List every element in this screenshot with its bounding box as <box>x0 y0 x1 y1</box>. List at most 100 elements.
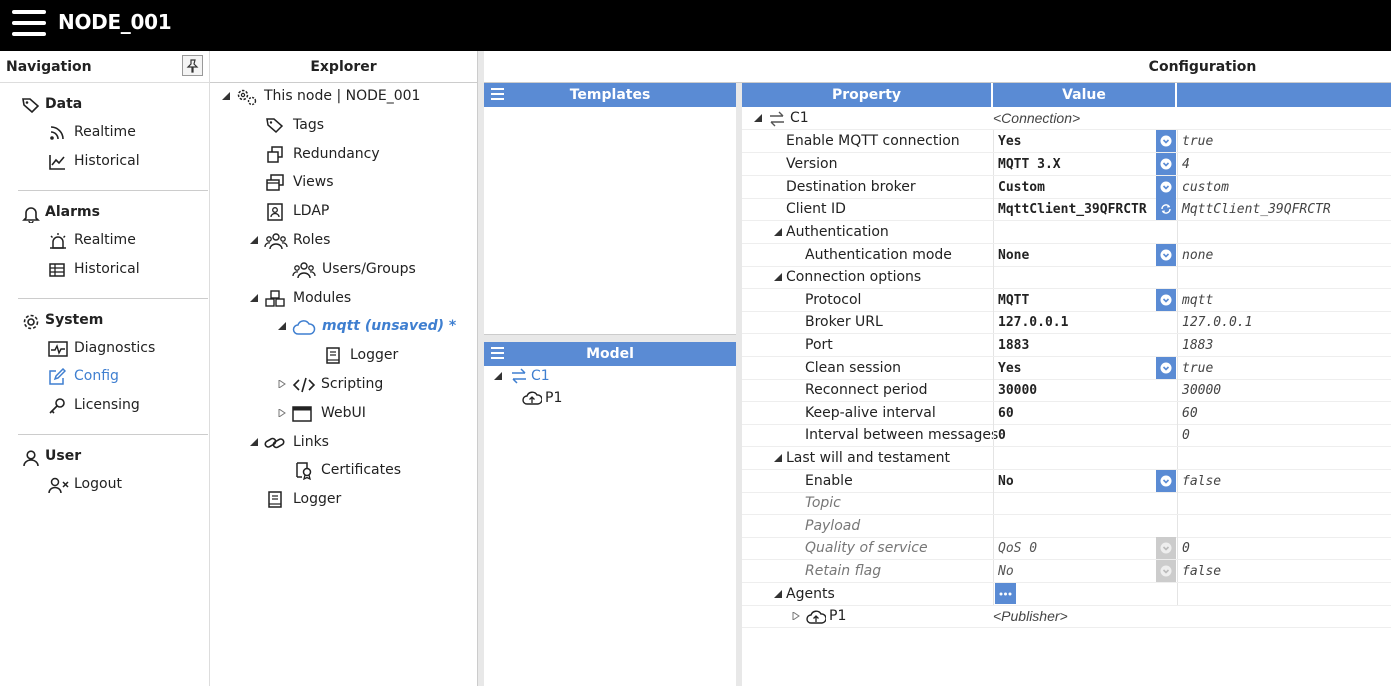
tree-item-label: Links <box>293 434 329 450</box>
dropdown-button[interactable] <box>1156 289 1176 311</box>
value-cell[interactable]: MqttClient_39QFRCTR <box>993 198 1176 220</box>
property-name: Authentication mode <box>805 247 952 263</box>
tree-item-tags[interactable]: Tags <box>266 115 466 139</box>
expanded-arrow-icon <box>222 92 230 100</box>
value-text: MQTT <box>998 293 1030 308</box>
grid-row-broker-url[interactable]: Broker URL 127.0.0.1 127.0.0.1 <box>742 311 1391 334</box>
tree-item-this-node[interactable]: This node | NODE_001 <box>220 86 475 110</box>
edit-icon <box>49 368 66 385</box>
grid-row-authentication[interactable]: Authentication <box>742 221 1391 244</box>
tree-item-mqtt-logger[interactable]: Logger <box>324 345 474 369</box>
column-header-property[interactable]: Property <box>742 83 993 107</box>
hamburger-menu-icon[interactable] <box>12 10 46 36</box>
grid-row-destination-broker[interactable]: Destination broker Custom custom <box>742 176 1391 199</box>
tree-item-logger[interactable]: Logger <box>266 489 466 513</box>
value-cell[interactable]: Custom <box>993 176 1176 198</box>
model-item-c1[interactable]: C1 <box>494 366 694 390</box>
raw-cell: 4 <box>1177 153 1391 175</box>
value-cell[interactable]: Yes <box>993 130 1176 152</box>
app-title: NODE_001 <box>58 10 172 34</box>
nav-item-label: Diagnostics <box>74 340 156 356</box>
tree-item-views[interactable]: Views <box>266 172 466 196</box>
tree-item-roles[interactable]: Roles <box>248 230 468 254</box>
key-icon <box>49 398 65 414</box>
model-menu-icon[interactable] <box>491 347 504 362</box>
tree-item-label: Certificates <box>321 462 402 478</box>
raw-cell <box>1177 221 1391 243</box>
tree-item-mqtt[interactable]: mqtt (unsaved) * <box>276 316 471 340</box>
link-icon <box>264 437 285 449</box>
property-name: Destination broker <box>786 179 916 195</box>
chevron-down-icon <box>1160 362 1172 374</box>
raw-cell: 127.0.0.1 <box>1177 311 1391 333</box>
dropdown-button <box>1156 560 1176 582</box>
value-cell[interactable]: Yes <box>993 357 1176 379</box>
templates-header: Templates <box>484 83 736 107</box>
dropdown-button[interactable] <box>1156 244 1176 266</box>
dropdown-button[interactable] <box>1156 153 1176 175</box>
value-cell[interactable]: MQTT 3.X <box>993 153 1176 175</box>
grid-row-p1[interactable]: P1 <Publisher> <box>742 605 1391 628</box>
tag-icon <box>266 118 284 134</box>
value-cell[interactable]: 1883 <box>993 334 1176 356</box>
tree-item-redundancy[interactable]: Redundancy <box>266 144 466 168</box>
tree-item-webui[interactable]: WebUI <box>276 403 471 427</box>
dropdown-button[interactable] <box>1156 357 1176 379</box>
dropdown-button[interactable] <box>1156 470 1176 492</box>
dropdown-button[interactable] <box>1156 130 1176 152</box>
nav-item-label: Historical <box>74 261 140 277</box>
expanded-arrow-icon <box>250 236 258 244</box>
grid-row-connection-options[interactable]: Connection options <box>742 266 1391 289</box>
value-text: MQTT 3.X <box>998 157 1061 172</box>
model-item-p1[interactable]: P1 <box>522 388 702 412</box>
tree-item-users-groups[interactable]: Users/Groups <box>292 259 472 283</box>
nav-divider <box>18 434 208 435</box>
value-cell[interactable]: 127.0.0.1 <box>993 311 1176 333</box>
value-cell[interactable]: 60 <box>993 402 1176 424</box>
value-cell: <Connection> <box>993 107 1176 129</box>
column-header-value[interactable]: Value <box>993 83 1177 107</box>
grid-row-agents[interactable]: Agents <box>742 583 1391 606</box>
grid-row-enable-mqtt[interactable]: Enable MQTT connection Yes true <box>742 130 1391 153</box>
regenerate-button[interactable] <box>1156 198 1176 220</box>
grid-row-client-id[interactable]: Client ID MqttClient_39QFRCTR MqttClient… <box>742 198 1391 221</box>
grid-row-reconnect-period[interactable]: Reconnect period 30000 30000 <box>742 379 1391 402</box>
grid-row-clean-session[interactable]: Clean session Yes true <box>742 357 1391 380</box>
add-agent-button[interactable] <box>995 583 1016 604</box>
nav-item-label: Licensing <box>74 397 140 413</box>
user-logout-icon <box>48 477 69 494</box>
grid-row-quality-of-service: Quality of service QoS 0 0 <box>742 537 1391 560</box>
value-cell[interactable]: 0 <box>993 424 1176 446</box>
browser-window-icon <box>292 406 312 422</box>
tree-item-label: Views <box>293 174 334 190</box>
grid-row-c1[interactable]: C1 <Connection> <box>742 107 1391 130</box>
grid-row-version[interactable]: Version MQTT 3.X 4 <box>742 153 1391 176</box>
grid-row-keep-alive[interactable]: Keep-alive interval 60 60 <box>742 402 1391 425</box>
tree-item-links[interactable]: Links <box>248 432 468 456</box>
tree-item-certificates[interactable]: Certificates <box>294 460 474 484</box>
value-cell[interactable]: No <box>993 470 1176 492</box>
templates-menu-icon[interactable] <box>491 88 504 103</box>
collapsed-arrow-icon <box>278 380 286 388</box>
dropdown-button <box>1156 537 1176 559</box>
tree-item-scripting[interactable]: Scripting <box>276 374 471 398</box>
tree-item-ldap[interactable]: LDAP <box>266 201 466 225</box>
raw-text: 0 <box>1182 541 1190 556</box>
raw-cell: 1883 <box>1177 334 1391 356</box>
refresh-icon <box>1161 204 1171 214</box>
value-cell[interactable]: None <box>993 244 1176 266</box>
horizontal-splitter[interactable] <box>484 335 736 342</box>
grid-row-lwt-enable[interactable]: Enable No false <box>742 470 1391 493</box>
dropdown-button[interactable] <box>1156 176 1176 198</box>
grid-row-port[interactable]: Port 1883 1883 <box>742 334 1391 357</box>
value-cell[interactable]: MQTT <box>993 289 1176 311</box>
grid-row-interval-between-messages[interactable]: Interval between messages 0 0 <box>742 424 1391 447</box>
property-name: Clean session <box>805 360 902 376</box>
grid-row-last-will[interactable]: Last will and testament <box>742 447 1391 470</box>
pin-button[interactable] <box>182 55 203 76</box>
value-cell[interactable]: 30000 <box>993 379 1176 401</box>
grid-row-authentication-mode[interactable]: Authentication mode None none <box>742 244 1391 267</box>
raw-text: none <box>1182 248 1214 263</box>
grid-row-protocol[interactable]: Protocol MQTT mqtt <box>742 289 1391 312</box>
tree-item-modules[interactable]: Modules <box>248 288 468 312</box>
